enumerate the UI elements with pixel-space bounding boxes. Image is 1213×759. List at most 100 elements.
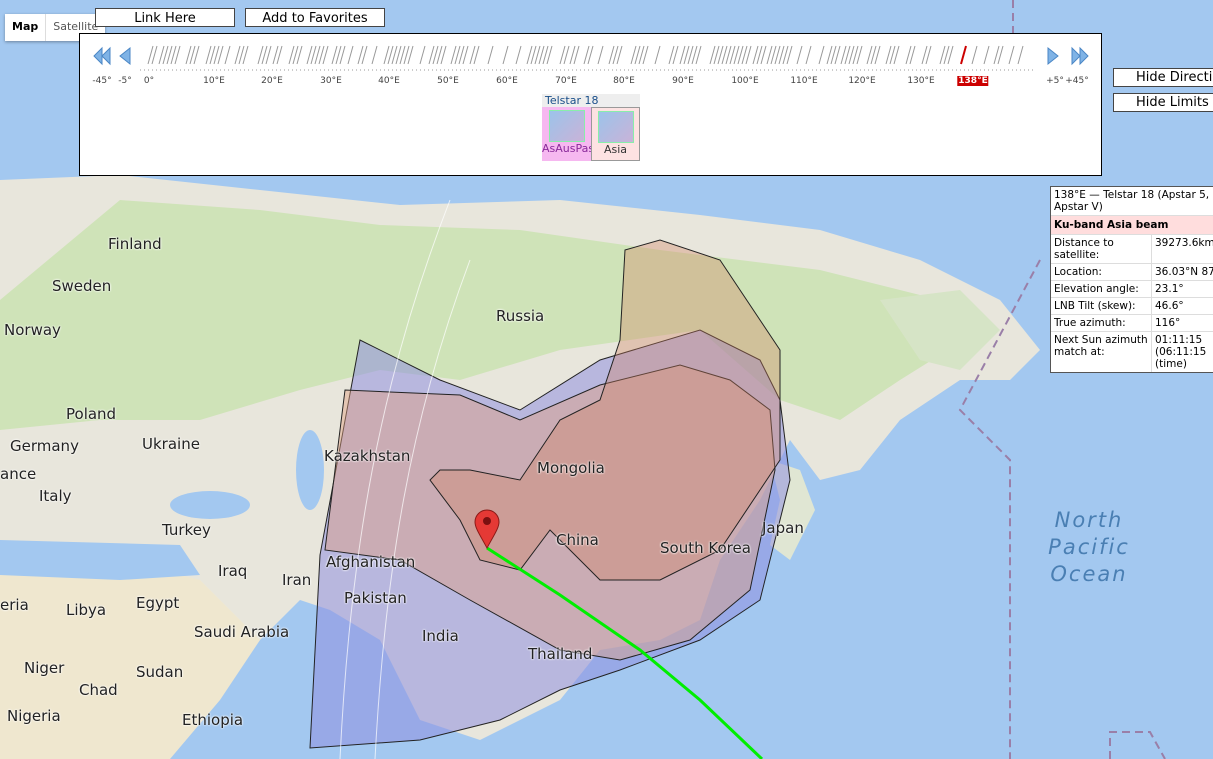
info-value: 46.6° bbox=[1151, 297, 1213, 315]
satellite-slot-mark[interactable] bbox=[502, 45, 509, 65]
satellite-slot-mark[interactable] bbox=[796, 45, 803, 65]
tick-label: 130°E bbox=[907, 76, 935, 86]
satellite-slot-mark[interactable] bbox=[960, 45, 967, 65]
info-row: True azimuth: 116° bbox=[1051, 314, 1213, 332]
double-right-arrow-icon[interactable] bbox=[1070, 46, 1090, 66]
black-sea bbox=[170, 491, 250, 519]
info-key: Distance to satellite: bbox=[1051, 234, 1152, 264]
mediterranean bbox=[0, 540, 200, 580]
label-finland: Finland bbox=[108, 235, 162, 253]
label-algeria: eria bbox=[0, 596, 29, 614]
label-libya: Libya bbox=[66, 601, 107, 619]
info-row: Distance to satellite: 39273.6km bbox=[1051, 234, 1213, 264]
beam-thumbnail bbox=[597, 111, 634, 143]
info-value: 39273.6km bbox=[1151, 234, 1213, 264]
label-chad: Chad bbox=[79, 681, 118, 699]
beam-thumbnail bbox=[548, 110, 585, 142]
label-iran: Iran bbox=[282, 571, 312, 589]
label-afghanistan: Afghanistan bbox=[326, 553, 416, 571]
tick-label: 50°E bbox=[437, 76, 459, 86]
satellite-slot-mark[interactable] bbox=[371, 45, 378, 65]
label-india: India bbox=[422, 627, 459, 645]
info-row: Location: 36.03°N 87 bbox=[1051, 263, 1213, 281]
info-key: LNB Tilt (skew): bbox=[1051, 297, 1152, 315]
info-key: Next Sun azimuth match at: bbox=[1051, 331, 1152, 372]
info-value: 116° bbox=[1151, 314, 1213, 332]
selected-longitude-badge: 138°E bbox=[957, 76, 989, 86]
label-north-pacific-ocean: North Pacific Ocean bbox=[1048, 508, 1130, 586]
satellite-slot-mark[interactable] bbox=[347, 45, 354, 65]
label-thailand: Thailand bbox=[528, 645, 593, 663]
hide-directions-button[interactable]: Hide Directions bbox=[1113, 68, 1213, 87]
label-sudan: Sudan bbox=[136, 663, 184, 681]
label-ethiopia: Ethiopia bbox=[182, 711, 244, 729]
label-sweden: Sweden bbox=[52, 277, 112, 295]
beam-option-asauspas[interactable]: AsAusPas bbox=[542, 107, 595, 161]
satellite-slot-mark[interactable] bbox=[805, 45, 812, 65]
tick-label: 90°E bbox=[672, 76, 694, 86]
satellite-slot-mark[interactable] bbox=[597, 45, 604, 65]
tick-label: 30°E bbox=[320, 76, 342, 86]
satellite-slot-mark[interactable] bbox=[971, 45, 978, 65]
tick-label: +45° bbox=[1065, 76, 1089, 86]
left-arrow-icon[interactable] bbox=[118, 46, 132, 66]
info-key: Location: bbox=[1051, 263, 1152, 281]
info-value[interactable]: 01:11:15 (06:11:15 (time) bbox=[1151, 331, 1213, 372]
label-poland: Poland bbox=[66, 405, 117, 423]
label-mongolia: Mongolia bbox=[537, 459, 605, 477]
tick-label: -45° bbox=[92, 76, 112, 86]
info-beam-name: Ku-band Asia beam bbox=[1051, 215, 1213, 234]
link-here-button[interactable]: Link Here bbox=[95, 8, 235, 27]
map-type-map[interactable]: Map bbox=[5, 14, 45, 41]
tick-label: 0° bbox=[143, 76, 155, 86]
satellite-slot-mark[interactable] bbox=[818, 45, 825, 65]
hide-limits-button[interactable]: Hide Limits bbox=[1113, 93, 1213, 112]
label-russia: Russia bbox=[496, 307, 545, 325]
info-header: 138°E — Telstar 18 (Apstar 5, Apstar V) bbox=[1054, 189, 1210, 213]
label-iraq: Iraq bbox=[218, 562, 248, 580]
label-south-korea: South Korea bbox=[660, 539, 751, 557]
satellite-slot-mark[interactable] bbox=[1008, 45, 1015, 65]
satellite-slot-mark[interactable] bbox=[515, 45, 522, 65]
info-row: Next Sun azimuth match at: 01:11:15 (06:1… bbox=[1051, 331, 1213, 372]
beam-option-asia[interactable]: Asia bbox=[591, 107, 640, 161]
tick-label: 70°E bbox=[555, 76, 577, 86]
tick-label: 120°E bbox=[848, 76, 876, 86]
beam-label: AsAusPas bbox=[542, 142, 595, 155]
label-niger: Niger bbox=[24, 659, 65, 677]
info-key: True azimuth: bbox=[1051, 314, 1152, 332]
info-table: Distance to satellite: 39273.6km Location… bbox=[1051, 234, 1213, 372]
right-arrow-icon[interactable] bbox=[1046, 46, 1060, 66]
label-nigeria: Nigeria bbox=[7, 707, 61, 725]
satellite-slot-mark[interactable] bbox=[224, 45, 231, 65]
label-ukraine: Ukraine bbox=[142, 435, 200, 453]
satellite-selector-panel: -45° -5° 0° 10°E 20°E 30°E 40°E 50°E 60°… bbox=[79, 33, 1102, 176]
add-to-favorites-button[interactable]: Add to Favorites bbox=[245, 8, 385, 27]
satellite-slot-mark[interactable] bbox=[1017, 45, 1024, 65]
info-key: Elevation angle: bbox=[1051, 280, 1152, 298]
satellite-name[interactable]: Telstar 18 bbox=[542, 94, 640, 107]
beam-label: Asia bbox=[603, 143, 628, 156]
label-china: China bbox=[556, 531, 599, 549]
satellite-slot-mark[interactable] bbox=[654, 45, 661, 65]
label-norway: Norway bbox=[4, 321, 61, 339]
satellite-slot-mark[interactable] bbox=[419, 45, 426, 65]
label-italy: Italy bbox=[39, 487, 72, 505]
satellite-info-panel: 138°E — Telstar 18 (Apstar 5, Apstar V) … bbox=[1050, 186, 1213, 373]
info-value: 36.03°N 87 bbox=[1151, 263, 1213, 281]
label-germany: Germany bbox=[10, 437, 79, 455]
label-saudi-arabia: Saudi Arabia bbox=[194, 623, 290, 641]
satellite-slot-mark[interactable] bbox=[983, 45, 990, 65]
tick-label: 40°E bbox=[378, 76, 400, 86]
orbit-timeline[interactable] bbox=[140, 42, 1035, 74]
tick-label: 100°E bbox=[731, 76, 759, 86]
info-row: LNB Tilt (skew): 46.6° bbox=[1051, 297, 1213, 315]
tick-label: -5° bbox=[118, 76, 132, 86]
info-value: 23.1° bbox=[1151, 280, 1213, 298]
double-left-arrow-icon[interactable] bbox=[92, 46, 112, 66]
satellite-slot-mark[interactable] bbox=[487, 45, 494, 65]
info-row: Elevation angle: 23.1° bbox=[1051, 280, 1213, 298]
tick-label: 20°E bbox=[261, 76, 283, 86]
label-kazakhstan: Kazakhstan bbox=[324, 447, 411, 465]
tick-label: 10°E bbox=[203, 76, 225, 86]
